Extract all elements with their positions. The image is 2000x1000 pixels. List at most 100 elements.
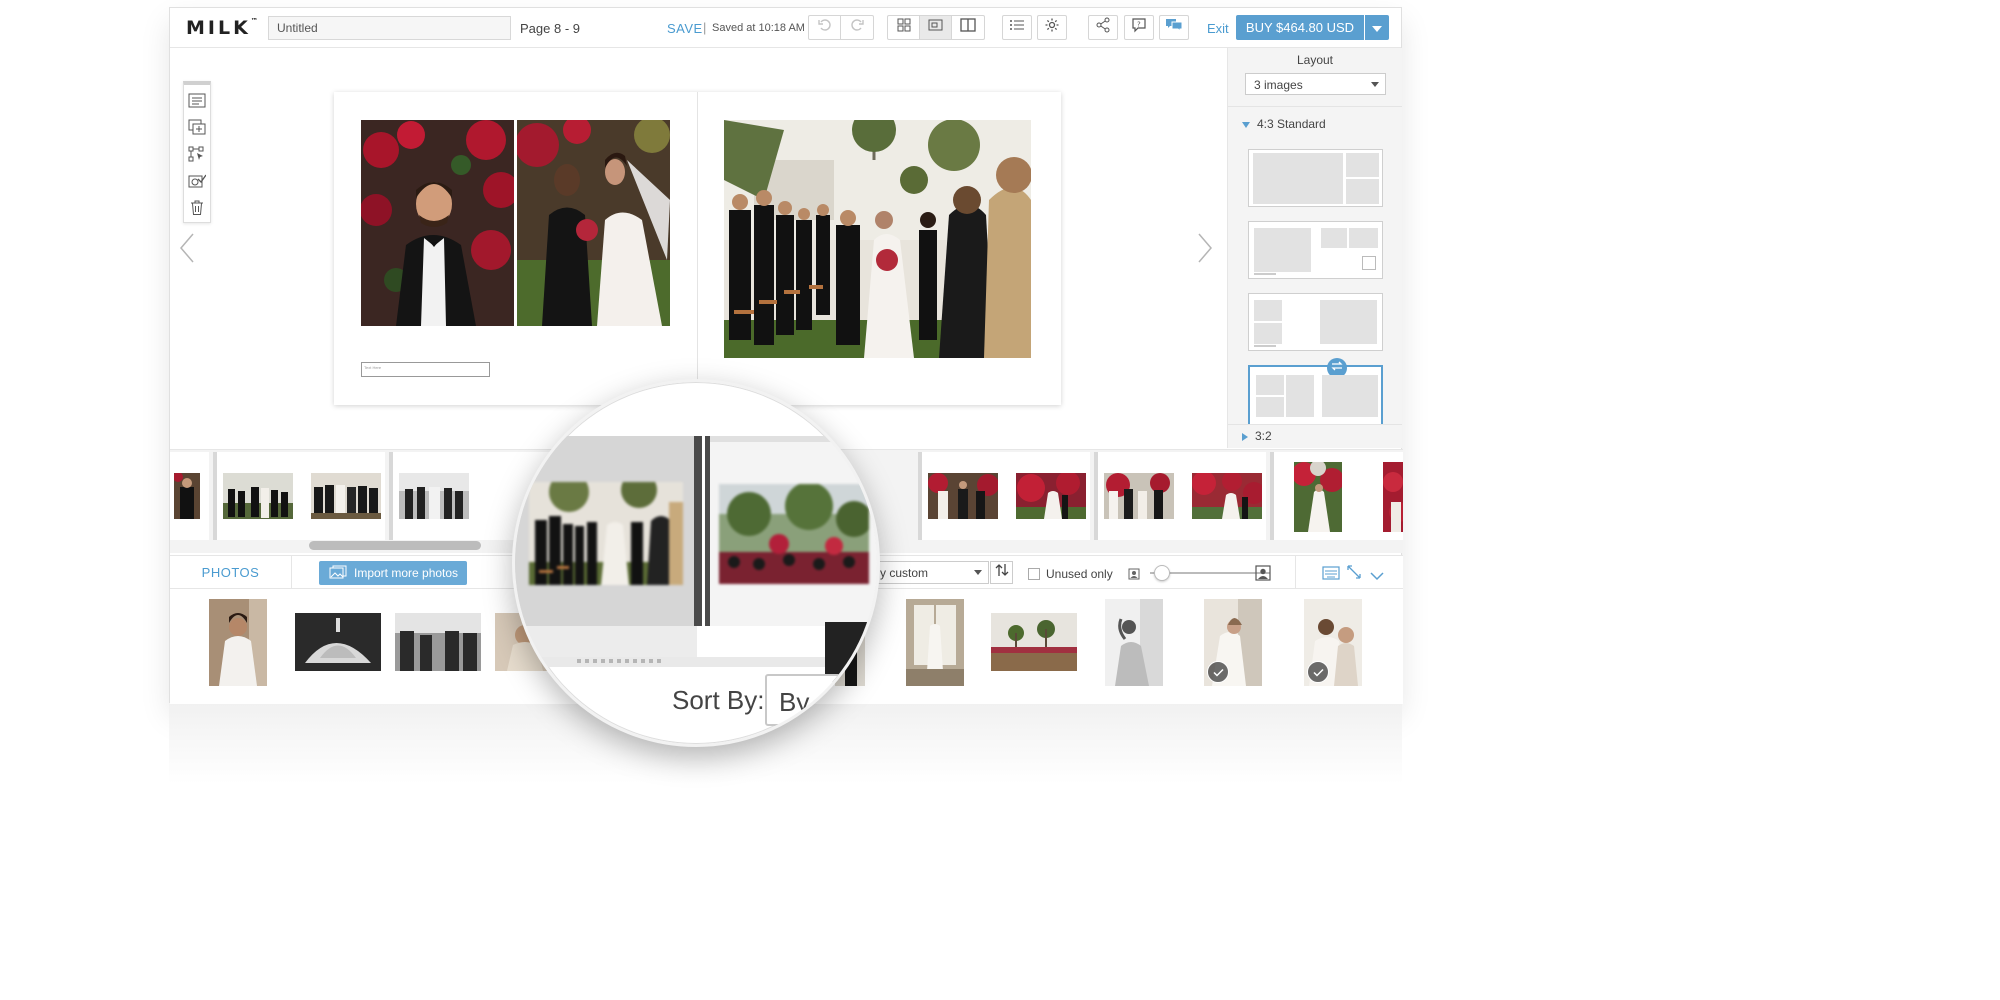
proof-icon[interactable] bbox=[187, 172, 207, 190]
photo-bride-escorted[interactable] bbox=[517, 120, 670, 326]
exit-link[interactable]: Exit bbox=[1207, 21, 1229, 36]
share-button[interactable] bbox=[1088, 15, 1118, 40]
layout-thumb-1[interactable] bbox=[1248, 149, 1383, 207]
magnified-drag-divider-inner bbox=[702, 436, 705, 626]
caption-textbox[interactable]: Text Here bbox=[361, 362, 490, 377]
spread-view-button[interactable] bbox=[920, 16, 952, 39]
magnifier-callout: Sort By: By bbox=[512, 379, 880, 747]
strip-spread[interactable] bbox=[1094, 452, 1266, 540]
grid-view-button[interactable] bbox=[888, 16, 920, 39]
library-photo[interactable] bbox=[209, 599, 267, 686]
magnified-strip-bottom bbox=[515, 626, 697, 657]
logo-text: MILK bbox=[186, 17, 251, 39]
used-checkmark-icon bbox=[1307, 661, 1329, 683]
checkbox-box bbox=[1028, 568, 1040, 580]
strip-thumb bbox=[311, 473, 381, 519]
strip-thumb bbox=[1192, 473, 1262, 519]
buy-button[interactable]: BUY $464.80 USD bbox=[1236, 15, 1364, 40]
library-photo[interactable] bbox=[295, 613, 381, 671]
strip-thumb bbox=[1294, 462, 1342, 532]
undo-button[interactable] bbox=[809, 16, 841, 39]
magnified-photo-reception bbox=[719, 484, 869, 584]
grip-dot bbox=[617, 659, 621, 663]
auto-fill-icon[interactable] bbox=[187, 145, 207, 163]
save-button[interactable]: SAVE bbox=[667, 21, 703, 36]
small-thumbnail-icon[interactable] bbox=[1128, 567, 1140, 585]
grip-dot bbox=[585, 659, 589, 663]
import-photos-button[interactable]: Import more photos bbox=[319, 561, 467, 585]
library-photo[interactable] bbox=[991, 613, 1077, 671]
redo-button[interactable] bbox=[841, 16, 873, 39]
expand-icon[interactable] bbox=[1346, 564, 1362, 585]
save-divider: | bbox=[703, 20, 707, 35]
library-photo[interactable] bbox=[1304, 599, 1362, 686]
tab-photos[interactable]: PHOTOS bbox=[170, 556, 292, 589]
strip-thumb bbox=[1104, 473, 1174, 519]
toolbar-divider bbox=[1295, 556, 1296, 589]
section-3-2-label: 3:2 bbox=[1255, 429, 1272, 443]
sort-direction-button[interactable] bbox=[990, 561, 1013, 584]
chevron-right-icon bbox=[1198, 233, 1212, 268]
grip-dot bbox=[657, 659, 661, 663]
caret-down-icon bbox=[1371, 82, 1379, 87]
layout-cell bbox=[1346, 153, 1379, 177]
add-page-icon[interactable] bbox=[187, 118, 207, 136]
trash-icon[interactable] bbox=[187, 199, 207, 217]
strip-thumb bbox=[174, 473, 200, 519]
magnified-photo-corner bbox=[825, 622, 875, 682]
grip-dot bbox=[641, 659, 645, 663]
previous-spread-arrow[interactable] bbox=[177, 233, 197, 266]
slider-knob[interactable] bbox=[1154, 565, 1170, 581]
saved-status: Saved at 10:18 AM bbox=[712, 22, 805, 34]
strip-spread[interactable] bbox=[170, 452, 209, 540]
library-photo[interactable] bbox=[395, 613, 481, 671]
library-photo[interactable] bbox=[1204, 599, 1262, 686]
library-photo[interactable] bbox=[1105, 599, 1163, 686]
single-page-view-button[interactable] bbox=[952, 16, 984, 39]
magnified-sort-label: Sort By: bbox=[672, 685, 765, 715]
comment-button[interactable]: ? bbox=[1124, 15, 1154, 40]
unused-only-checkbox[interactable]: Unused only bbox=[1028, 567, 1113, 581]
list-icon bbox=[1009, 18, 1025, 37]
single-page-icon bbox=[960, 18, 976, 37]
buy-dropdown-button[interactable] bbox=[1365, 15, 1389, 40]
sort-select-value: By custom bbox=[872, 566, 929, 580]
photo-ceremony-aisle[interactable] bbox=[724, 120, 1031, 358]
section-4-3-standard[interactable]: 4:3 Standard bbox=[1242, 117, 1326, 131]
settings-icon bbox=[1044, 17, 1060, 38]
side-toolbar bbox=[183, 81, 211, 223]
collapse-panel-chevron-icon[interactable] bbox=[1370, 568, 1384, 586]
layout-thumb-2[interactable] bbox=[1248, 221, 1383, 279]
document-title-input[interactable] bbox=[268, 16, 511, 40]
next-spread-arrow[interactable] bbox=[1195, 233, 1215, 268]
spread-gutter bbox=[697, 92, 698, 405]
chat-button[interactable] bbox=[1159, 15, 1189, 40]
layout-count-select[interactable]: 3 images bbox=[1245, 73, 1386, 95]
large-thumbnail-icon[interactable] bbox=[1255, 565, 1271, 586]
strip-spread[interactable] bbox=[213, 452, 385, 540]
library-photo[interactable] bbox=[906, 599, 964, 686]
panel-divider bbox=[1228, 106, 1402, 107]
section-3-2[interactable]: 3:2 bbox=[1242, 429, 1272, 443]
top-bar: MILK™ Page 8 - 9 SAVE | Saved at 10:18 A… bbox=[170, 8, 1401, 48]
page-strip-scrollbar[interactable] bbox=[309, 541, 481, 550]
unused-only-label: Unused only bbox=[1046, 567, 1113, 581]
thumbnail-size-slider[interactable] bbox=[1150, 564, 1270, 582]
list-button[interactable] bbox=[1002, 15, 1032, 40]
photo-groom-portrait[interactable] bbox=[361, 120, 514, 326]
strip-spread[interactable] bbox=[918, 452, 1090, 540]
text-icon[interactable] bbox=[187, 91, 207, 109]
settings-button[interactable] bbox=[1037, 15, 1067, 40]
sort-select[interactable]: By custom bbox=[865, 561, 989, 584]
layout-cell bbox=[1253, 153, 1343, 204]
strip-spread[interactable] bbox=[1270, 452, 1403, 540]
logo-trademark: ™ bbox=[250, 17, 258, 25]
caret-down-icon bbox=[974, 570, 982, 575]
layout-cell bbox=[1346, 179, 1379, 204]
layout-thumb-3[interactable] bbox=[1248, 293, 1383, 351]
layout-count-value: 3 images bbox=[1254, 78, 1303, 92]
chat-icon bbox=[1165, 17, 1183, 38]
page-indicator: Page 8 - 9 bbox=[520, 21, 580, 36]
milk-logo[interactable]: MILK™ bbox=[186, 17, 258, 39]
keyboard-icon[interactable] bbox=[1322, 564, 1340, 587]
